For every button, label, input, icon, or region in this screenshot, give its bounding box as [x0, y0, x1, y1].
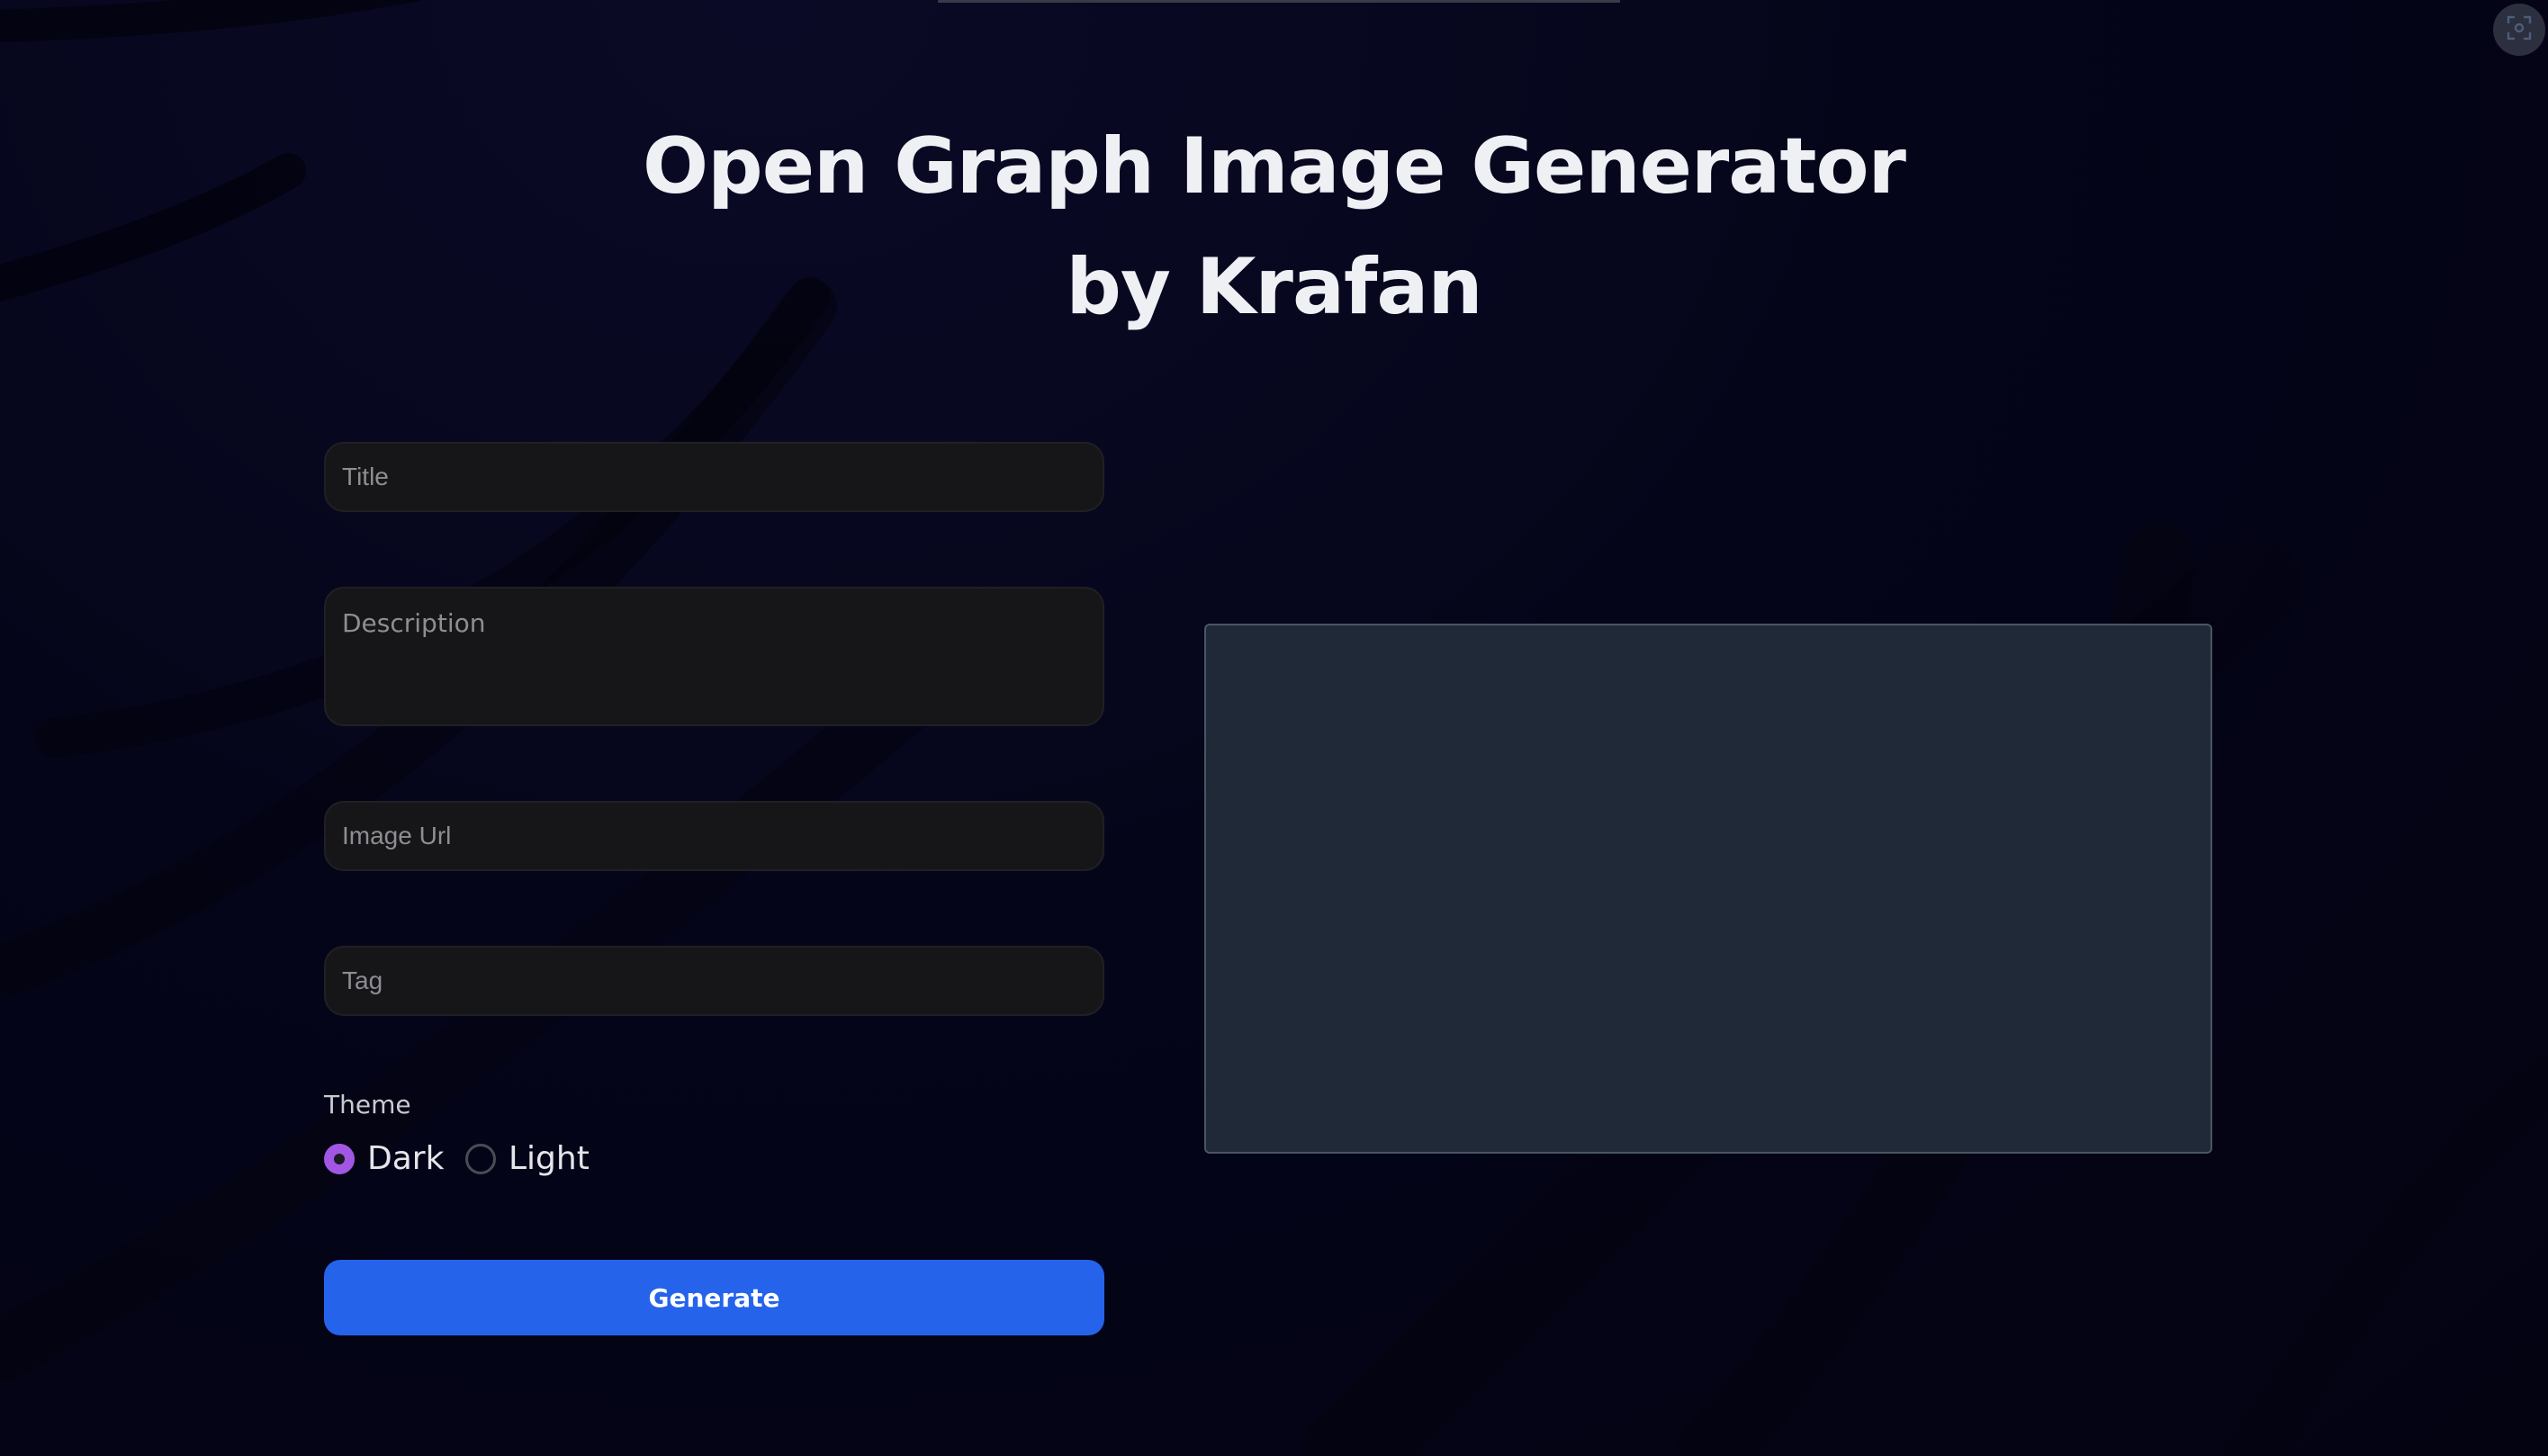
page-title-line-1: Open Graph Image Generator [643, 121, 1906, 211]
screenshot-capture-button[interactable] [2493, 4, 2545, 56]
generate-button[interactable]: Generate [324, 1260, 1104, 1335]
image-url-input[interactable] [324, 801, 1104, 871]
theme-option-dark-label: Dark [367, 1140, 445, 1177]
theme-option-light[interactable]: Light [465, 1140, 590, 1177]
theme-option-light-label: Light [509, 1140, 590, 1177]
top-edge-bar [938, 0, 1620, 3]
title-input[interactable] [324, 442, 1104, 512]
page-title-line-2: by Krafan [1066, 242, 1482, 332]
radio-dark[interactable] [324, 1143, 355, 1174]
image-preview-panel [1204, 624, 2212, 1154]
tag-input[interactable] [324, 946, 1104, 1016]
theme-option-dark[interactable]: Dark [324, 1140, 444, 1177]
screenshot-capture-icon [2506, 14, 2533, 45]
radio-light[interactable] [465, 1143, 496, 1174]
description-input[interactable] [324, 587, 1104, 726]
page-title: Open Graph Image Generator by Krafan [0, 106, 2548, 347]
theme-label: Theme [324, 1090, 411, 1119]
